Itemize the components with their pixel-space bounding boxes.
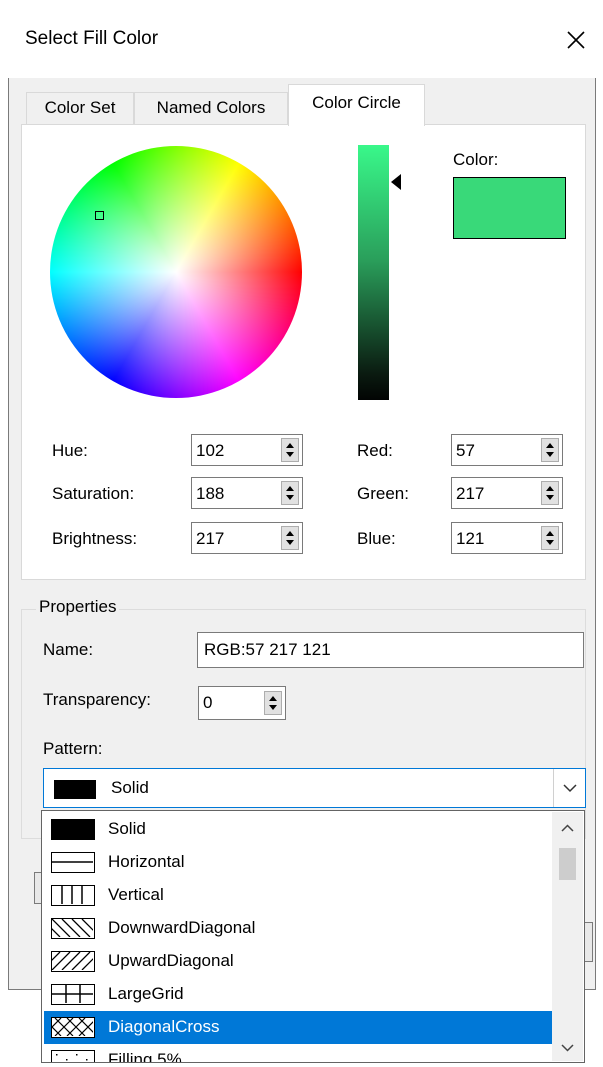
- spin-arrows-icon: [269, 696, 277, 710]
- hidden-button-right[interactable]: [584, 922, 593, 962]
- name-input[interactable]: RGB:57 217 121: [197, 632, 584, 668]
- chevron-down-icon[interactable]: [561, 1044, 574, 1052]
- spin-arrows-icon: [286, 486, 294, 500]
- name-label: Name:: [43, 640, 94, 659]
- pattern-vertical-icon: [51, 885, 95, 906]
- transparency-value: 0: [203, 693, 213, 712]
- brightness-spinner[interactable]: 217: [191, 522, 303, 554]
- tab-label: Named Colors: [156, 98, 266, 117]
- dropdown-scrollbar[interactable]: [552, 812, 583, 1061]
- list-item-label: LargeGrid: [108, 984, 184, 1003]
- red-spin-buttons[interactable]: [541, 438, 559, 462]
- green-label: Green:: [357, 484, 409, 503]
- tab-label: Color Set: [44, 98, 116, 117]
- pattern-filling-5-icon: [51, 1050, 95, 1062]
- pattern-large-grid-icon: [51, 984, 95, 1005]
- tab-color-set[interactable]: Color Set: [26, 92, 134, 124]
- blue-label: Blue:: [357, 529, 396, 548]
- hue-spin-buttons[interactable]: [281, 438, 299, 462]
- tab-named-colors[interactable]: Named Colors: [134, 92, 288, 124]
- pattern-selected-value: Solid: [111, 778, 149, 797]
- color-wheel[interactable]: [50, 146, 302, 398]
- pattern-horizontal-icon: [51, 852, 95, 873]
- blue-spin-buttons[interactable]: [541, 526, 559, 550]
- list-item-diagonal-cross[interactable]: DiagonalCross: [44, 1011, 553, 1044]
- color-preview-swatch: [453, 177, 566, 239]
- green-spin-buttons[interactable]: [541, 481, 559, 505]
- pattern-solid-icon: [51, 819, 95, 840]
- saturation-value: 188: [196, 484, 225, 503]
- pattern-label: Pattern:: [43, 739, 103, 758]
- pattern-combobox[interactable]: Solid: [43, 768, 586, 808]
- list-item-vertical[interactable]: Vertical: [44, 879, 553, 912]
- hue-value: 102: [196, 441, 225, 460]
- spin-arrows-icon: [546, 531, 554, 545]
- brightness-spin-buttons[interactable]: [281, 526, 299, 550]
- tab-label: Color Circle: [312, 93, 401, 112]
- saturation-spinner[interactable]: 188: [191, 477, 303, 509]
- spin-arrows-icon: [286, 443, 294, 457]
- saturation-label: Saturation:: [52, 484, 135, 503]
- red-spinner[interactable]: 57: [451, 434, 563, 466]
- color-preview-label: Color:: [453, 150, 499, 169]
- blue-spinner[interactable]: 121: [451, 522, 563, 554]
- list-item-horizontal[interactable]: Horizontal: [44, 846, 553, 879]
- close-icon: [567, 31, 585, 49]
- red-label: Red:: [357, 441, 393, 460]
- pattern-downward-diagonal-icon: [51, 918, 95, 939]
- tab-color-circle[interactable]: Color Circle: [288, 84, 425, 126]
- hue-label: Hue:: [52, 441, 88, 460]
- list-item-upward-diagonal[interactable]: UpwardDiagonal: [44, 945, 553, 978]
- list-item-label: DownwardDiagonal: [108, 918, 256, 937]
- spin-arrows-icon: [286, 531, 294, 545]
- window-title: Select Fill Color: [25, 28, 159, 49]
- brightness-pointer-icon[interactable]: [390, 173, 402, 191]
- brightness-label: Brightness:: [52, 529, 138, 548]
- spin-arrows-icon: [546, 486, 554, 500]
- spin-arrows-icon: [546, 443, 554, 457]
- title-bar: Select Fill Color: [0, 0, 603, 78]
- saturation-spin-buttons[interactable]: [281, 481, 299, 505]
- list-item-label: Vertical: [108, 885, 164, 904]
- brightness-slider[interactable]: [358, 145, 389, 400]
- pattern-dropdown-list[interactable]: Solid Horizontal Vertical DownwardDiagon…: [41, 810, 585, 1063]
- green-value: 217: [456, 484, 485, 503]
- brightness-value: 217: [196, 529, 225, 548]
- pattern-upward-diagonal-icon: [51, 951, 95, 972]
- list-item-label: Filling 5%: [108, 1050, 182, 1063]
- hue-spinner[interactable]: 102: [191, 434, 303, 466]
- list-item-large-grid[interactable]: LargeGrid: [44, 978, 553, 1011]
- list-item-solid[interactable]: Solid: [44, 813, 553, 846]
- pattern-diagonal-cross-icon: [51, 1017, 95, 1038]
- list-item-label: Horizontal: [108, 852, 185, 871]
- list-item-downward-diagonal[interactable]: DownwardDiagonal: [44, 912, 553, 945]
- chevron-down-icon: [563, 784, 577, 793]
- transparency-spin-buttons[interactable]: [264, 691, 282, 715]
- color-wheel-marker[interactable]: [95, 211, 104, 220]
- close-button[interactable]: [556, 20, 596, 60]
- transparency-label: Transparency:: [43, 690, 152, 709]
- red-value: 57: [456, 441, 475, 460]
- pattern-dropdown-button[interactable]: [553, 769, 585, 807]
- green-spinner[interactable]: 217: [451, 477, 563, 509]
- name-value: RGB:57 217 121: [204, 640, 331, 659]
- list-item-label: Solid: [108, 819, 146, 838]
- list-item-filling-5[interactable]: Filling 5%: [44, 1044, 553, 1063]
- scrollbar-thumb[interactable]: [559, 848, 576, 880]
- list-item-label: UpwardDiagonal: [108, 951, 234, 970]
- chevron-up-icon[interactable]: [561, 824, 574, 832]
- blue-value: 121: [456, 529, 485, 548]
- transparency-spinner[interactable]: 0: [198, 686, 286, 720]
- pattern-solid-icon: [54, 780, 96, 799]
- properties-group-title: Properties: [36, 597, 120, 617]
- list-item-label: DiagonalCross: [108, 1017, 220, 1036]
